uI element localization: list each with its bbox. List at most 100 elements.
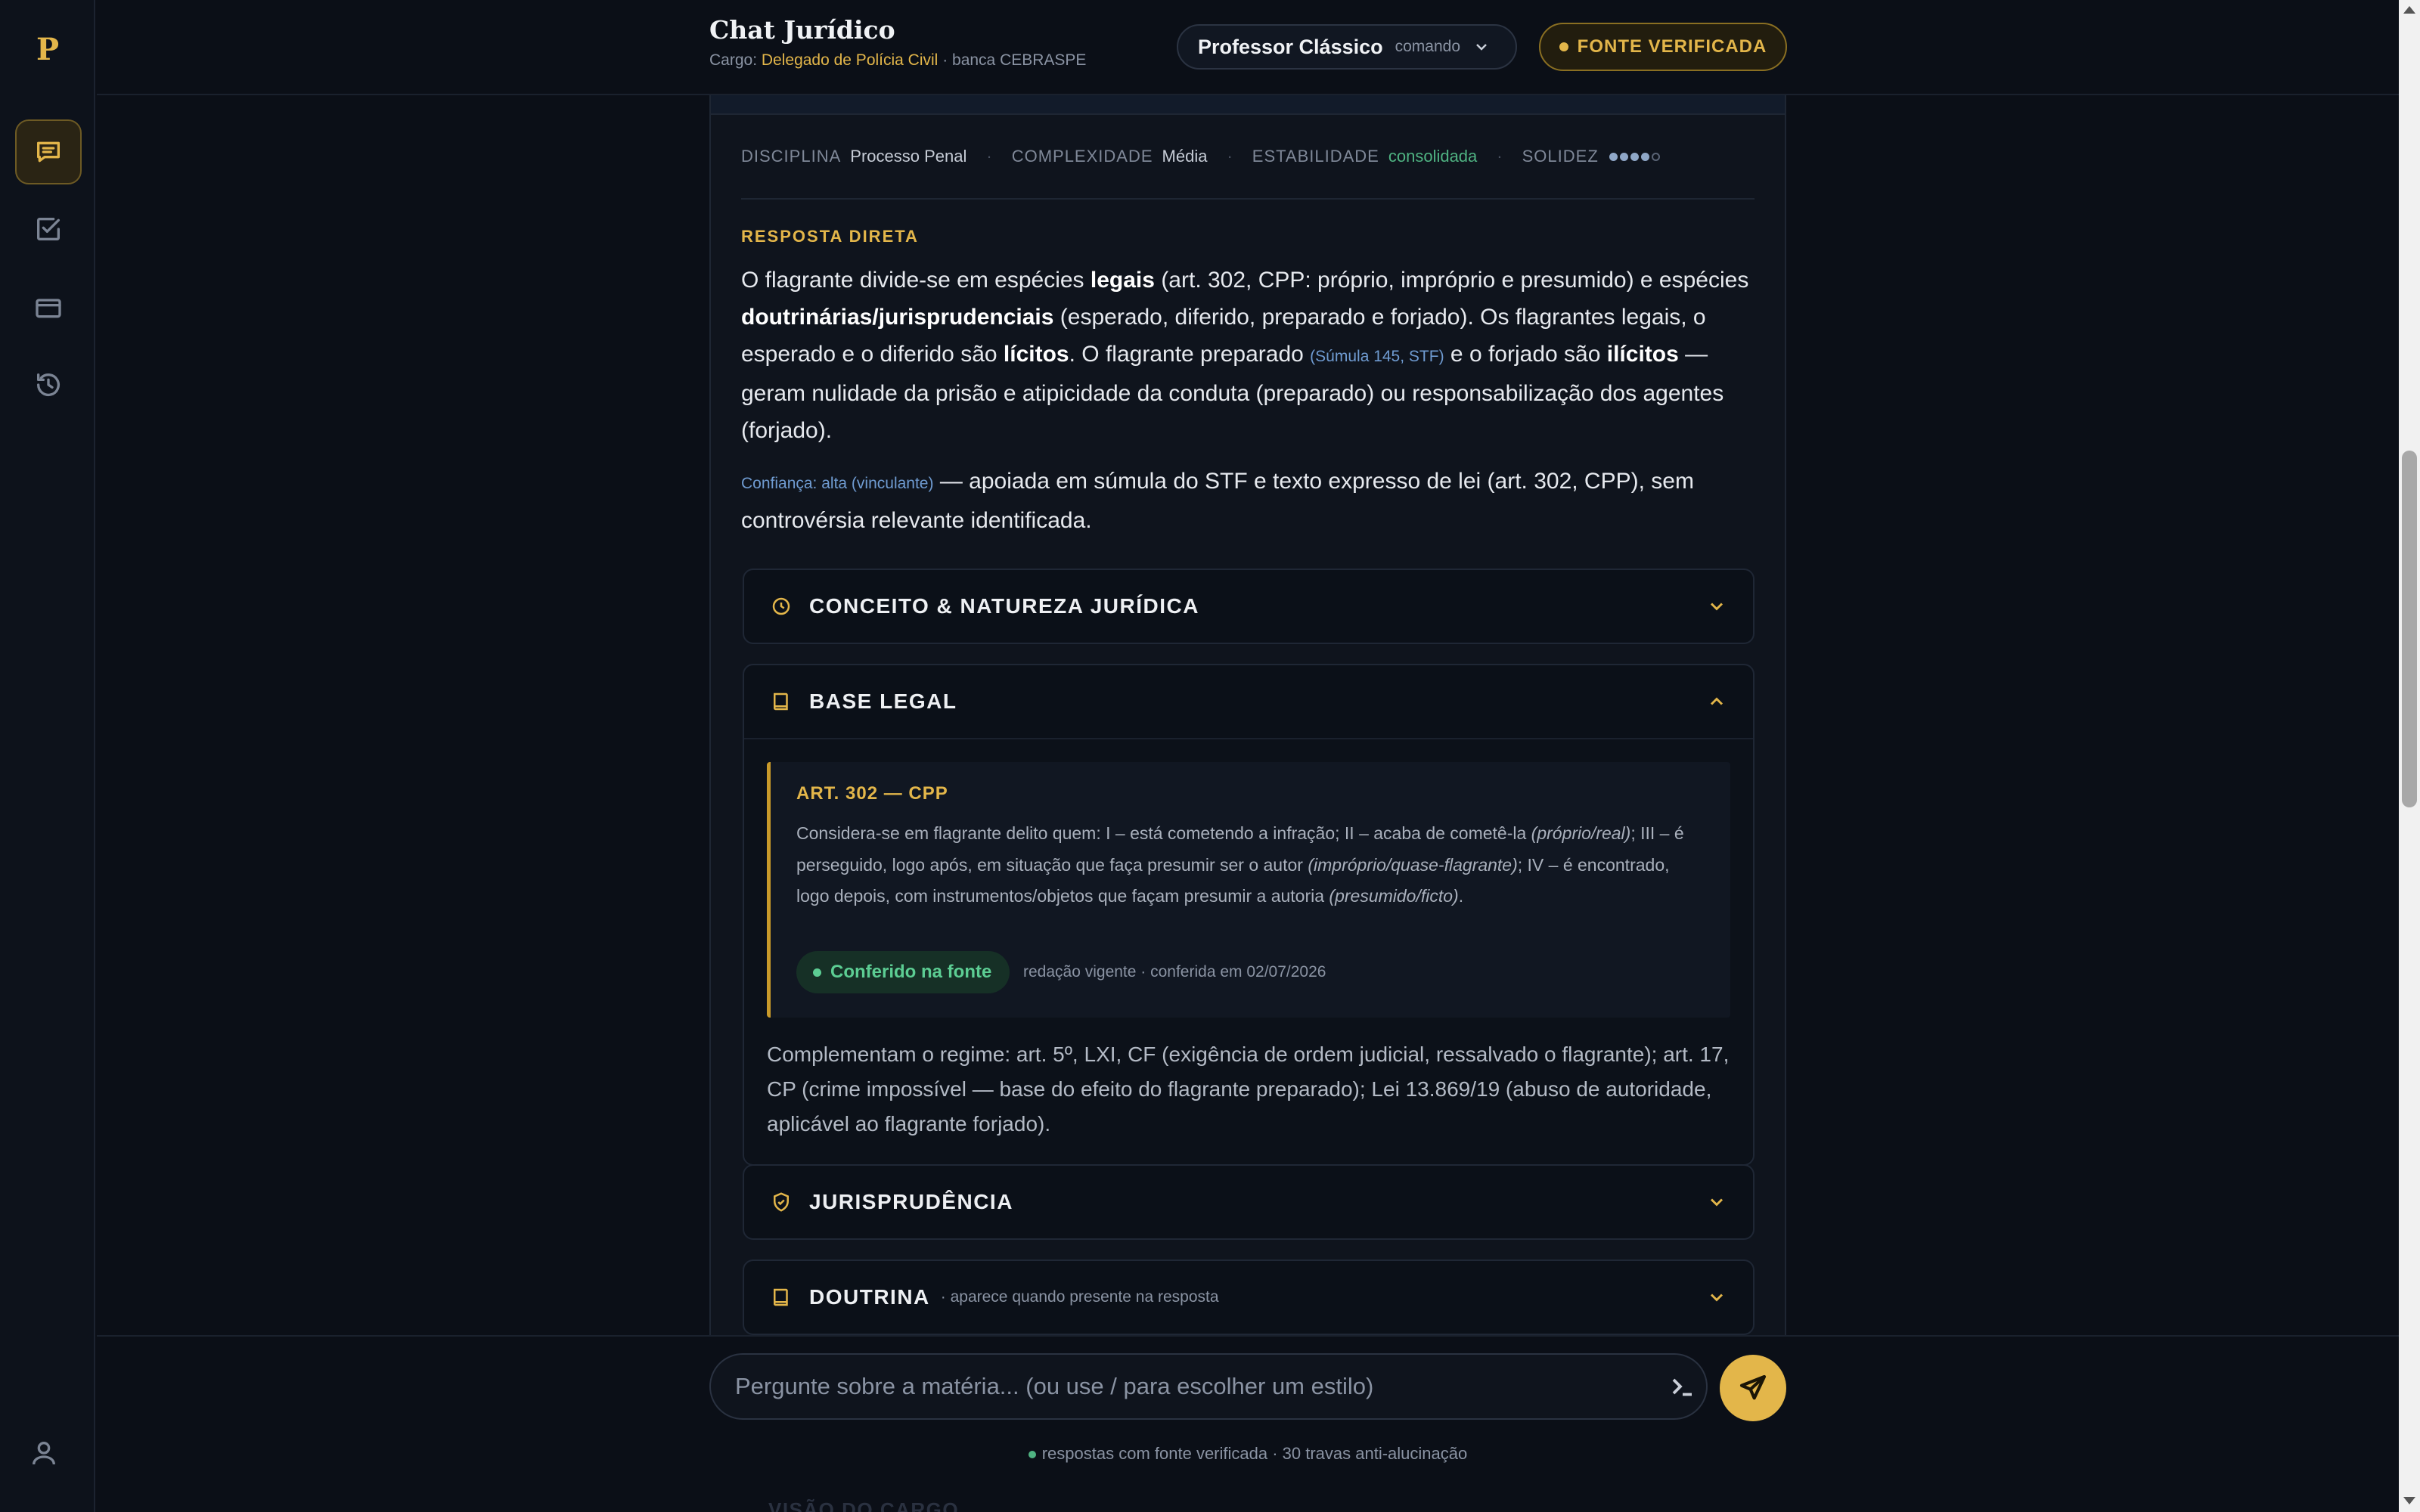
send-button[interactable] [1720, 1355, 1786, 1421]
shield-check-icon [774, 1192, 789, 1212]
answer-bold: doutrinárias/jurisprudenciais [741, 305, 1054, 330]
meta-separator: · [1227, 147, 1233, 166]
law-quote-part: . [1458, 886, 1464, 906]
verified-badge-label: Conferido na fonte [830, 962, 992, 982]
estabilidade-value: consolidada [1388, 147, 1478, 166]
accordion-header[interactable]: BASE LEGAL [744, 665, 1753, 738]
law-quote-text: Considera-se em flagrante delito quem: I… [796, 818, 1704, 912]
answer-text-part: e o forjado são [1450, 342, 1601, 367]
solidez-dot [1651, 152, 1660, 161]
chat-bubble-icon [37, 141, 60, 163]
fonte-verificada-button[interactable]: FONTE VERIFICADA [1539, 23, 1787, 71]
answer-bold: legais [1090, 268, 1155, 293]
law-quote-italic: (próprio/real) [1531, 823, 1631, 843]
accordion-doutrina[interactable]: DOUTRINA · aparece quando presente na re… [743, 1259, 1754, 1335]
checkbox-icon [37, 218, 60, 240]
resposta-direta-label: RESPOSTA DIRETA [741, 227, 919, 246]
accordion-title: BASE LEGAL [809, 689, 957, 713]
meta-separator: · [1497, 147, 1503, 166]
status-dot [1028, 1451, 1036, 1459]
complexidade-label: COMPLEXIDADE [1011, 147, 1153, 166]
book-icon [774, 692, 788, 711]
sidebar-item-cards[interactable] [15, 275, 82, 340]
estabilidade-label: ESTABILIDADE [1252, 147, 1379, 166]
status-dot [813, 968, 821, 977]
sumula-citation-link[interactable]: (Súmula 145, STF) [1310, 348, 1444, 365]
app-logo[interactable]: P [0, 32, 95, 67]
meta-row: DISCIPLINA Processo Penal · COMPLEXIDADE… [741, 147, 1660, 166]
sidebar: P [0, 0, 95, 1512]
disciplina-value: Processo Penal [850, 147, 967, 166]
mode-hint: comando [1395, 38, 1460, 55]
chevron-down-icon [1710, 1294, 1723, 1302]
chevron-down-icon [1476, 44, 1487, 51]
sidebar-item-history[interactable] [15, 352, 82, 417]
composer-footer-note: respostas com fonte verificada · 30 trav… [0, 1444, 2420, 1464]
cargo-subtitle: Cargo: Delegado de Polícia Civil · banca… [709, 51, 1086, 70]
composer-footer-text: respostas com fonte verificada · 30 trav… [1041, 1444, 1468, 1463]
complexidade-value: Média [1162, 147, 1208, 166]
chevron-down-icon [1710, 1198, 1723, 1207]
accordion-body: ART. 302 — CPP Considera-se em flagrante… [744, 738, 1753, 1164]
solidez-dot [1640, 152, 1649, 161]
meta-separator: · [986, 147, 992, 166]
accordion-title: DOUTRINA [809, 1285, 930, 1309]
clock-icon [772, 597, 790, 615]
accordion-header[interactable]: JURISPRUDÊNCIA [744, 1166, 1753, 1238]
answer-text-part: O flagrante divide-se em espécies [741, 268, 1084, 293]
solidez-label: SOLIDEZ [1522, 147, 1599, 166]
accordion-title: JURISPRUDÊNCIA [809, 1190, 1013, 1213]
cargo-value-link[interactable]: Delegado de Polícia Civil [762, 51, 938, 69]
confidence-citation[interactable]: Confiança: alta (vinculante) [741, 475, 933, 492]
question-input[interactable] [709, 1353, 1708, 1420]
chevron-up-icon [1710, 697, 1723, 705]
sidebar-item-chat[interactable] [15, 119, 82, 184]
verification-note: redação vigente · conferida em 02/07/202… [1023, 963, 1326, 981]
accordion-header[interactable]: CONCEITO & NATUREZA JURÍDICA [744, 570, 1753, 643]
page-title: Chat Jurídico [709, 15, 895, 45]
sidebar-item-tasks[interactable] [15, 197, 82, 262]
confidence-text: Confiança: alta (vinculante) — apoiada e… [741, 463, 1762, 539]
answer-bold: lícitos [1003, 342, 1069, 367]
answer-card: DISCIPLINA Processo Penal · COMPLEXIDADE… [709, 76, 1786, 1361]
answer-text-part: . O flagrante preparado [1069, 342, 1304, 367]
accordion-header[interactable]: DOUTRINA · aparece quando presente na re… [744, 1261, 1753, 1334]
accordion-title: CONCEITO & NATUREZA JURÍDICA [809, 594, 1199, 618]
solidez-dot [1619, 152, 1628, 161]
accordion-base-legal[interactable]: BASE LEGAL ART. 302 — CPP Considera-se e… [743, 664, 1754, 1166]
send-icon [1739, 1374, 1767, 1400]
fonte-verificada-label: FONTE VERIFICADA [1577, 36, 1767, 57]
scroll-down-arrow[interactable] [2403, 1497, 2415, 1504]
accordion-conceito[interactable]: CONCEITO & NATUREZA JURÍDICA [743, 569, 1754, 644]
answer-text: O flagrante divide-se em espécies legais… [741, 262, 1762, 449]
scrollbar-thumb[interactable] [2402, 451, 2417, 807]
disciplina-label: DISCIPLINA [741, 147, 842, 166]
history-icon [37, 373, 60, 397]
law-quote-italic: (impróprio/quase-flagrante) [1308, 854, 1518, 875]
law-quote-part: Considera-se em flagrante delito quem: I… [796, 823, 1527, 843]
solidez-dot [1630, 152, 1639, 161]
banca-text: · banca CEBRASPE [942, 51, 1087, 69]
answer-bold: ilícitos [1606, 342, 1679, 367]
law-quote-block: ART. 302 — CPP Considera-se em flagrante… [767, 762, 1730, 1018]
status-dot [1559, 42, 1568, 51]
solidez-dot [1609, 152, 1618, 161]
next-section-ghost: VISÃO DO CARGO [768, 1498, 960, 1512]
accordion-jurisprudencia[interactable]: JURISPRUDÊNCIA [743, 1164, 1754, 1240]
chevron-down-icon [1710, 603, 1723, 611]
terminal-command-icon[interactable] [1668, 1373, 1697, 1400]
answer-text-part: (art. 302, CPP: próprio, impróprio e pre… [1161, 268, 1749, 293]
solidez-rating [1609, 152, 1660, 161]
scroll-up-arrow[interactable] [2403, 6, 2415, 14]
accordion-note: · aparece quando presente na resposta [940, 1288, 1219, 1306]
style-mode-select[interactable]: Professor Clássico comando [1177, 24, 1517, 70]
law-quote-italic: (presumido/ficto) [1329, 886, 1459, 906]
meta-divider [741, 198, 1754, 200]
card-icon [36, 299, 61, 318]
mode-name: Professor Clássico [1198, 35, 1383, 58]
verified-badge: Conferido na fonte [796, 951, 1010, 993]
book-icon [774, 1288, 788, 1306]
complement-text: Complementam o regime: art. 5º, LXI, CF … [767, 1043, 1730, 1136]
law-quote-title: ART. 302 — CPP [796, 783, 948, 804]
cargo-label: Cargo: [709, 51, 758, 69]
